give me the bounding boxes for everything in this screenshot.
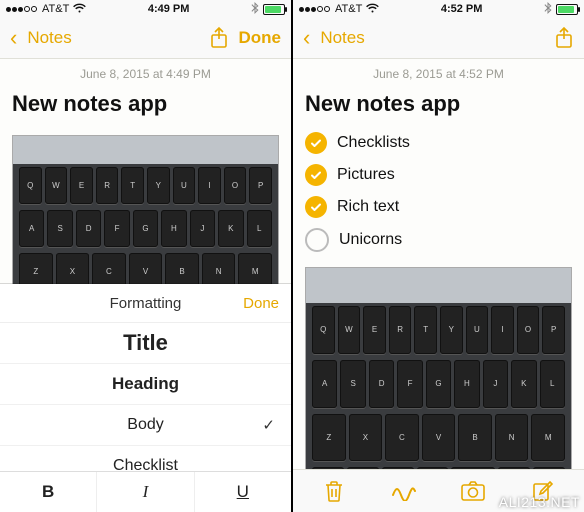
check-circle-icon[interactable]	[305, 132, 327, 154]
back-label: Notes	[320, 28, 364, 48]
trash-button[interactable]	[314, 471, 354, 511]
note-timestamp: June 8, 2015 at 4:49 PM	[0, 59, 291, 85]
carrier-label: AT&T	[42, 3, 69, 15]
phone-left: AT&T 4:49 PM ‹ Notes	[0, 0, 292, 512]
done-button[interactable]: Done	[239, 28, 282, 48]
note-title[interactable]: New notes app	[293, 85, 584, 127]
check-circle-icon[interactable]	[305, 196, 327, 218]
share-button[interactable]	[209, 26, 229, 50]
status-bar: AT&T 4:49 PM	[0, 0, 291, 18]
navbar: ‹ Notes Done	[0, 18, 291, 59]
back-button[interactable]: ‹ Notes	[10, 27, 72, 49]
carrier-label: AT&T	[335, 3, 362, 15]
battery-icon	[263, 4, 285, 15]
checklist-item[interactable]: Rich text	[305, 191, 572, 223]
signal-icon	[299, 3, 331, 15]
format-option-label: Body	[127, 416, 163, 434]
formatting-header: Formatting Done	[0, 284, 291, 323]
note-title[interactable]: New notes app	[0, 85, 291, 127]
chevron-left-icon: ‹	[303, 27, 310, 49]
phone-right: AT&T 4:52 PM ‹ Notes	[292, 0, 584, 512]
formatting-done-button[interactable]: Done	[243, 295, 279, 312]
battery-icon	[556, 4, 578, 15]
camera-button[interactable]	[453, 471, 493, 511]
italic-button[interactable]: I	[97, 472, 194, 512]
checklist-item-label: Unicorns	[339, 231, 402, 249]
format-option-label: Heading	[112, 374, 179, 394]
check-circle-icon[interactable]	[305, 164, 327, 186]
bluetooth-icon	[251, 2, 259, 17]
chevron-left-icon: ‹	[10, 27, 17, 49]
checklist-item[interactable]: Pictures	[305, 159, 572, 191]
note-content: June 8, 2015 at 4:52 PM New notes app Ch…	[293, 59, 584, 512]
back-button[interactable]: ‹ Notes	[303, 27, 365, 49]
checkmark-icon: ✓	[262, 416, 275, 434]
formatting-title: Formatting	[12, 295, 279, 312]
note-timestamp: June 8, 2015 at 4:52 PM	[293, 59, 584, 85]
bluetooth-icon	[544, 2, 552, 17]
signal-icon	[6, 3, 38, 15]
status-bar: AT&T 4:52 PM	[293, 0, 584, 18]
checklist-item-label: Rich text	[337, 198, 399, 216]
watermark: ALI213.NET	[499, 494, 580, 510]
clock: 4:49 PM	[86, 3, 251, 15]
sketch-button[interactable]	[384, 471, 424, 511]
share-button[interactable]	[554, 26, 574, 50]
underline-button[interactable]: U	[195, 472, 291, 512]
clock: 4:52 PM	[379, 3, 544, 15]
format-option-label: Title	[123, 330, 168, 356]
format-option-body[interactable]: Body ✓	[0, 405, 291, 446]
checklist-item[interactable]: Unicorns	[305, 223, 572, 257]
back-label: Notes	[27, 28, 71, 48]
format-option-label: Checklist	[113, 457, 178, 471]
navbar: ‹ Notes	[293, 18, 584, 59]
check-circle-icon[interactable]	[305, 228, 329, 252]
formatting-toolbar: B I U	[0, 471, 291, 512]
formatting-list[interactable]: Title Heading Body ✓ Checklist	[0, 323, 291, 471]
bold-button[interactable]: B	[0, 472, 97, 512]
checklist[interactable]: Checklists Pictures Rich text Unicorns	[293, 127, 584, 257]
format-option-title[interactable]: Title	[0, 323, 291, 364]
format-option-checklist[interactable]: Checklist	[0, 446, 291, 471]
checklist-item-label: Checklists	[337, 134, 410, 152]
wifi-icon	[366, 2, 379, 16]
checklist-item[interactable]: Checklists	[305, 127, 572, 159]
formatting-panel: Formatting Done Title Heading Body ✓ Checkli…	[0, 284, 291, 512]
wifi-icon	[73, 2, 86, 16]
format-option-heading[interactable]: Heading	[0, 364, 291, 405]
checklist-item-label: Pictures	[337, 166, 395, 184]
